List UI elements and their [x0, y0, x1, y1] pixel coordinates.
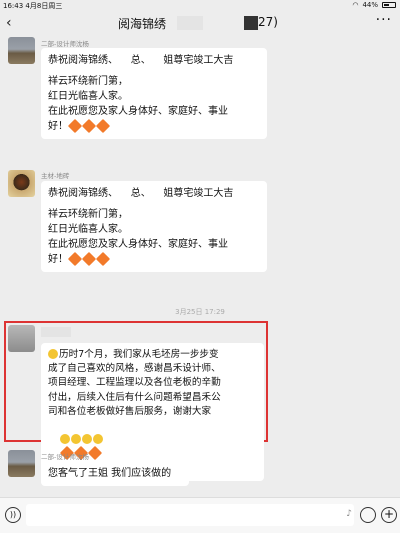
- message-line: 好！: [48, 254, 68, 265]
- battery-percent: 44%: [362, 1, 378, 9]
- message-line: 成了自己喜欢的风格，感谢昌禾设计师、: [48, 363, 221, 375]
- status-bar: 16:43 4月8日周三 ◠ 44%: [0, 0, 400, 10]
- message-line: 祥云环绕新门第，: [48, 76, 128, 87]
- redacted-name: [177, 16, 203, 30]
- message-bubble[interactable]: 恭祝阅海锦绣、 总、 姐尊宅竣工大吉 祥云环绕新门第， 红日光临喜人家。 在此祝…: [41, 48, 267, 139]
- message-line: 恭祝阅海锦绣、 总、 姐尊宅竣工大吉: [48, 188, 234, 199]
- chevron-left-icon[interactable]: ‹: [6, 15, 12, 31]
- message-line: 您客气了王姐 我们应该做的: [48, 468, 172, 479]
- smile-icon: [48, 349, 58, 359]
- message-bubble[interactable]: 恭祝阅海锦绣、 总、 姐尊宅竣工大吉 祥云环绕新门第， 红日光临喜人家。 在此祝…: [41, 181, 267, 272]
- input-bar: )) ♪ +: [0, 497, 400, 533]
- smile-icon: [93, 434, 104, 445]
- firecracker-icon: [81, 251, 97, 267]
- emoji-icon[interactable]: [360, 507, 376, 523]
- message-line: 在此祝愿您及家人身体好、家庭好、事业: [48, 239, 228, 250]
- wifi-icon: ◠: [352, 1, 359, 9]
- member-count: 27): [258, 15, 278, 29]
- message-line: 红日光临喜人家。: [48, 91, 128, 102]
- avatar[interactable]: [8, 325, 35, 352]
- message-line: 红日光临喜人家。: [48, 224, 128, 235]
- avatar[interactable]: [8, 450, 35, 477]
- avatar[interactable]: [8, 170, 35, 197]
- firecracker-icon: [67, 118, 83, 134]
- message-timestamp: 3月25日 17:29: [175, 308, 225, 316]
- firecracker-icon: [67, 251, 83, 267]
- smile-icon: [71, 434, 82, 445]
- firecracker-icon: [95, 251, 111, 267]
- avatar[interactable]: [8, 37, 35, 64]
- message-line: 历时7个月，我们家从毛坯房一步步变: [59, 349, 219, 360]
- mic-icon[interactable]: ♪: [346, 509, 352, 519]
- message-bubble[interactable]: 您客气了王姐 我们应该做的: [41, 461, 189, 486]
- sender-name: 主材-地砖: [41, 172, 70, 180]
- firecracker-icon: [81, 118, 97, 134]
- message-line: 付出，后续入住后有什么问题希望昌禾公: [48, 391, 221, 403]
- firecracker-icon: [95, 118, 111, 134]
- message-line: 祥云环绕新门第，: [48, 209, 128, 220]
- redacted-name: [41, 327, 71, 337]
- message-line: 好！: [48, 121, 68, 132]
- status-right: ◠ 44%: [352, 1, 396, 9]
- sender-name: 二部-设计师沈杨: [41, 453, 89, 461]
- message-line: 司和各位老板做好售后服务，谢谢大家: [48, 405, 212, 417]
- chat-title: 阅海锦绣: [118, 17, 167, 31]
- voice-icon[interactable]: )): [5, 507, 21, 523]
- redacted-name: [244, 16, 258, 30]
- message-line: 在此祝愿您及家人身体好、家庭好、事业: [48, 106, 228, 117]
- battery-icon: [382, 2, 396, 8]
- smile-icon: [60, 434, 71, 445]
- chat-header: ‹ 阅海锦绣 27) ···: [0, 10, 400, 36]
- message-line: 恭祝阅海锦绣、 总、 姐尊宅竣工大吉: [48, 55, 234, 66]
- sender-name: 二部-设计师沈杨: [41, 40, 89, 48]
- smile-icon: [82, 434, 93, 445]
- more-icon[interactable]: ···: [376, 12, 392, 28]
- message-input[interactable]: [26, 504, 354, 526]
- plus-icon[interactable]: +: [381, 507, 397, 523]
- firecracker-icon: [88, 446, 103, 461]
- message-line: 项目经理、工程监理以及各位老板的辛勤: [48, 377, 221, 389]
- sender-name: [41, 327, 71, 337]
